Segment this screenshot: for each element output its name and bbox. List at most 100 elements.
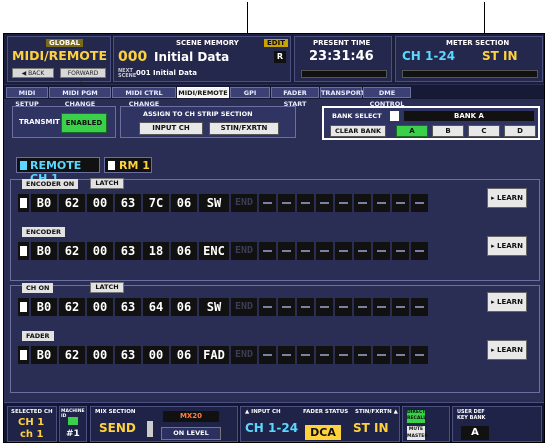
empty-byte-cell[interactable] — [411, 242, 428, 260]
clear-bank-button[interactable]: CLEAR BANK — [330, 125, 386, 137]
stin-status-value[interactable]: ST IN — [353, 421, 389, 435]
empty-byte-cell[interactable] — [297, 242, 314, 260]
empty-byte-cell[interactable] — [259, 346, 276, 364]
message-byte-cell[interactable]: 06 — [171, 242, 197, 260]
stin-fxrtn-button[interactable]: STIN/FXRTN — [209, 122, 279, 135]
message-byte-cell[interactable]: B0 — [31, 298, 57, 316]
empty-byte-cell[interactable] — [297, 346, 314, 364]
meter-stin[interactable]: ST IN — [482, 49, 518, 63]
direct-recall-button[interactable]: DIRECT RECALL — [407, 410, 426, 423]
ch-on-latch-button[interactable]: LATCH — [90, 282, 124, 293]
empty-byte-cell[interactable] — [411, 298, 428, 316]
empty-byte-cell[interactable] — [278, 194, 295, 212]
message-byte-cell[interactable]: 06 — [171, 298, 197, 316]
message-byte-cell[interactable]: END — [231, 346, 257, 364]
message-byte-cell[interactable]: B0 — [31, 242, 57, 260]
empty-byte-cell[interactable] — [354, 298, 371, 316]
message-byte-cell[interactable]: 63 — [115, 194, 141, 212]
empty-byte-cell[interactable] — [316, 242, 333, 260]
message-byte-cell[interactable]: 00 — [87, 298, 113, 316]
empty-byte-cell[interactable] — [335, 242, 352, 260]
message-byte-cell[interactable]: 00 — [87, 346, 113, 364]
mix-send[interactable]: SEND — [99, 421, 136, 435]
cell-select-arrow-icon[interactable] — [18, 194, 29, 212]
message-byte-cell[interactable]: 00 — [143, 346, 169, 364]
empty-byte-cell[interactable] — [392, 346, 409, 364]
message-byte-cell[interactable]: B0 — [31, 346, 57, 364]
fader-status-value[interactable]: DCA — [305, 425, 341, 440]
message-byte-cell[interactable]: 00 — [87, 194, 113, 212]
tab-midi-ctrl-change[interactable]: MIDI CTRL CHANGE — [112, 87, 176, 108]
message-byte-cell[interactable]: ENC — [199, 242, 229, 260]
empty-byte-cell[interactable] — [259, 194, 276, 212]
empty-byte-cell[interactable] — [411, 194, 428, 212]
message-byte-cell[interactable]: END — [231, 194, 257, 212]
input-ch-button[interactable]: INPUT CH — [139, 122, 203, 135]
message-byte-cell[interactable]: 63 — [115, 298, 141, 316]
mute-master-button[interactable]: MUTE MASTER — [407, 426, 428, 440]
empty-byte-cell[interactable] — [354, 242, 371, 260]
forward-button[interactable]: FORWARD ▶ — [60, 68, 106, 87]
message-byte-cell[interactable]: SW — [199, 194, 229, 212]
bank-b-button[interactable]: B — [432, 125, 464, 137]
ch-on-learn-button[interactable]: ▸ LEARN — [487, 292, 527, 312]
empty-byte-cell[interactable] — [316, 346, 333, 364]
bank-a-button[interactable]: A — [396, 125, 428, 137]
message-byte-cell[interactable]: 62 — [59, 194, 85, 212]
empty-byte-cell[interactable] — [316, 298, 333, 316]
empty-byte-cell[interactable] — [392, 194, 409, 212]
enabled-button[interactable]: ENABLED — [61, 113, 107, 133]
message-byte-cell[interactable]: 62 — [59, 242, 85, 260]
empty-byte-cell[interactable] — [373, 346, 390, 364]
tab-dme-control[interactable]: DME CONTROL — [363, 87, 411, 108]
message-byte-cell[interactable]: END — [231, 242, 257, 260]
empty-byte-cell[interactable] — [354, 346, 371, 364]
message-byte-cell[interactable]: FAD — [199, 346, 229, 364]
empty-byte-cell[interactable] — [316, 194, 333, 212]
message-byte-cell[interactable]: END — [231, 298, 257, 316]
encoder-on-latch-button[interactable]: LATCH — [90, 178, 124, 189]
empty-byte-cell[interactable] — [373, 242, 390, 260]
tab-fader-start[interactable]: FADER START — [271, 87, 319, 108]
empty-byte-cell[interactable] — [354, 194, 371, 212]
message-byte-cell[interactable]: 06 — [171, 346, 197, 364]
message-byte-cell[interactable]: 18 — [143, 242, 169, 260]
remote-ch-selector[interactable]: REMOTE CH 1 — [16, 157, 100, 185]
empty-byte-cell[interactable] — [278, 242, 295, 260]
message-byte-cell[interactable]: 63 — [115, 346, 141, 364]
mix-level-button[interactable]: ON LEVEL — [161, 427, 221, 440]
tab-midi-setup[interactable]: MIDI SETUP — [6, 87, 48, 108]
message-byte-cell[interactable]: 62 — [59, 298, 85, 316]
message-byte-cell[interactable]: 64 — [143, 298, 169, 316]
message-byte-cell[interactable]: 7C — [143, 194, 169, 212]
empty-byte-cell[interactable] — [278, 298, 295, 316]
meter-ch[interactable]: CH 1-24 — [402, 49, 455, 63]
message-byte-cell[interactable]: 00 — [87, 242, 113, 260]
empty-byte-cell[interactable] — [335, 298, 352, 316]
empty-byte-cell[interactable] — [259, 242, 276, 260]
cell-select-arrow-icon[interactable] — [18, 346, 29, 364]
empty-byte-cell[interactable] — [373, 194, 390, 212]
empty-byte-cell[interactable] — [392, 242, 409, 260]
message-byte-cell[interactable]: 63 — [115, 242, 141, 260]
encoder-on-learn-button[interactable]: ▸ LEARN — [487, 188, 527, 208]
empty-byte-cell[interactable] — [335, 346, 352, 364]
input-ch-status-value[interactable]: CH 1-24 — [245, 421, 298, 435]
empty-byte-cell[interactable] — [411, 346, 428, 364]
empty-byte-cell[interactable] — [297, 194, 314, 212]
tab-midi-remote[interactable]: MIDI/REMOTE — [177, 87, 229, 98]
cell-select-arrow-icon[interactable] — [18, 242, 29, 260]
message-byte-cell[interactable]: B0 — [31, 194, 57, 212]
message-byte-cell[interactable]: SW — [199, 298, 229, 316]
tab-gpi[interactable]: GPI — [230, 87, 270, 98]
empty-byte-cell[interactable] — [392, 298, 409, 316]
empty-byte-cell[interactable] — [373, 298, 390, 316]
bank-select-arrow-icon[interactable] — [390, 111, 399, 121]
back-button[interactable]: ◀ BACK — [12, 68, 54, 78]
bank-c-button[interactable]: C — [468, 125, 500, 137]
rm-selector[interactable]: RM 1 — [104, 157, 152, 173]
bank-d-button[interactable]: D — [504, 125, 536, 137]
user-def-value[interactable]: A — [461, 426, 489, 440]
empty-byte-cell[interactable] — [335, 194, 352, 212]
cell-select-arrow-icon[interactable] — [18, 298, 29, 316]
